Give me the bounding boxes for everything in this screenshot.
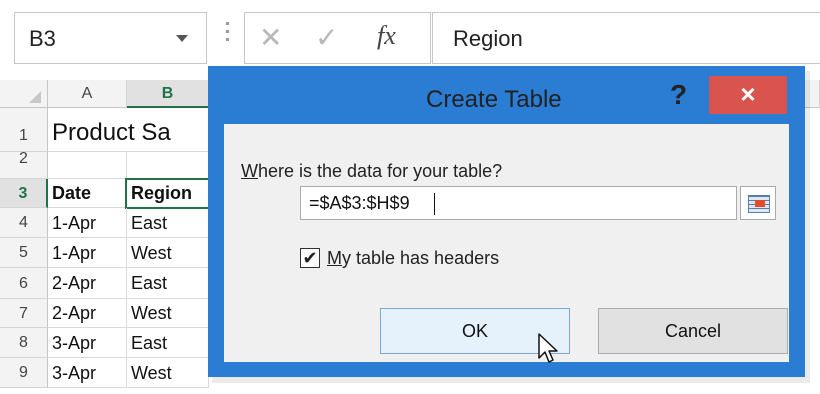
cell-a2[interactable] [48,152,127,179]
insert-function-icon[interactable]: fx [377,21,396,51]
close-button[interactable]: × [709,76,787,114]
dialog-title-bar[interactable]: Create Table ? × [208,66,805,124]
row-header-5[interactable]: 5 [0,238,48,268]
table-cell-date[interactable]: 3-Apr [48,358,127,388]
table-cell-region[interactable]: West [127,299,209,328]
column-header-a[interactable]: A [48,80,127,108]
range-prompt-accel: W [241,161,258,181]
table-cell-region[interactable]: East [127,208,209,238]
row-header-7[interactable]: 7 [0,299,48,328]
headers-checkbox-text: y table has headers [342,248,500,268]
cancel-button[interactable]: Cancel [598,308,788,354]
range-select-icon [748,195,770,213]
name-box-dropdown-icon[interactable] [176,35,188,42]
text-caret [434,193,435,215]
help-icon[interactable]: ? [670,79,687,111]
row-header-8[interactable]: 8 [0,328,48,358]
select-all-triangle-icon [29,91,41,103]
row-header-4[interactable]: 4 [0,208,48,238]
formula-input[interactable]: Region [432,12,820,64]
row-header-6[interactable]: 6 [0,268,48,299]
header-cell-region[interactable]: Region [125,178,211,209]
row-header-3[interactable]: 3 [0,179,48,208]
table-cell-date[interactable]: 1-Apr [48,238,127,268]
header-cell-date[interactable]: Date [48,179,127,208]
create-table-dialog: Create Table ? × Where is the data for y… [208,66,805,377]
enter-check-icon[interactable]: ✓ [315,23,338,53]
table-cell-date[interactable]: 1-Apr [48,208,127,238]
name-box[interactable]: B3 [14,12,207,64]
range-prompt-text: here is the data for your table? [258,161,503,181]
formula-buttons: ✕ ✓ fx [244,12,431,64]
table-cell-region[interactable]: East [127,328,209,358]
row-header-1[interactable]: 1 [0,108,48,152]
headers-checkbox[interactable]: ✔ [300,248,320,268]
table-cell-region[interactable]: East [127,268,209,299]
name-box-value: B3 [29,26,56,51]
range-input-value: =$A$3:$H$9 [309,193,410,213]
column-header-b[interactable]: B [127,80,209,108]
collapse-dialog-button[interactable] [740,186,776,220]
row-header-9[interactable]: 9 [0,358,48,388]
cell-b2[interactable] [127,152,209,179]
dialog-body: Where is the data for your table? =$A$3:… [224,124,789,362]
sheet-title-cell[interactable]: Product Sa [48,108,209,152]
range-prompt: Where is the data for your table? [241,161,502,182]
table-cell-region[interactable]: West [127,238,209,268]
table-cell-date[interactable]: 3-Apr [48,328,127,358]
headers-checkbox-label[interactable]: My table has headers [327,248,499,269]
dialog-title: Create Table [426,86,562,113]
range-input[interactable]: =$A$3:$H$9 [300,186,737,220]
table-cell-date[interactable]: 2-Apr [48,268,127,299]
table-cell-date[interactable]: 2-Apr [48,299,127,328]
headers-checkbox-accel: M [327,248,342,268]
row-header-2[interactable]: 2 [0,151,48,179]
formula-value: Region [453,26,523,51]
table-cell-region[interactable]: West [127,358,209,388]
formula-bar-grip-icon[interactable] [226,22,230,50]
select-all-corner[interactable] [0,80,48,108]
cancel-entry-icon[interactable]: ✕ [259,23,282,53]
